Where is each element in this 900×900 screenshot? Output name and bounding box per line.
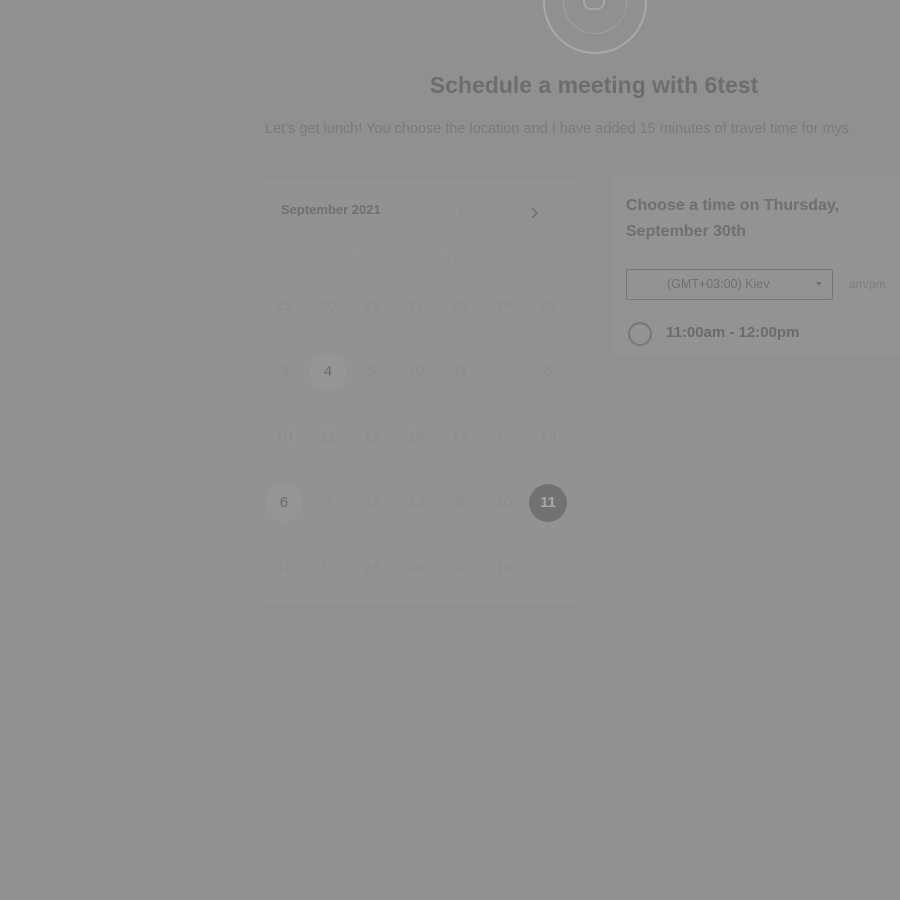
calendar-day: 22 xyxy=(363,494,381,511)
calendar-day: 11 xyxy=(276,559,292,576)
weekday-label: SUN xyxy=(268,248,300,264)
time-panel-heading: Choose a time on Thursday, September 30t… xyxy=(626,197,840,240)
month-label: September 2021 xyxy=(281,202,381,217)
weekday-label: THU xyxy=(444,248,476,264)
weekday-label: WED xyxy=(398,248,434,264)
weekday-label: TUE xyxy=(357,248,387,264)
calendar-day: 5 xyxy=(367,363,377,380)
calendar-day: 18 xyxy=(495,559,513,576)
time-selection-panel: Choose a time on Thursday, September 30t… xyxy=(612,176,900,354)
calendar-day: 11 xyxy=(452,363,468,380)
calendar-day[interactable]: 12 xyxy=(309,549,347,587)
calendar-day: 11 xyxy=(320,428,336,445)
meeting-description: Let’s get lunch! You choose the location… xyxy=(265,121,850,137)
calendar-day: 9 xyxy=(455,494,465,511)
calendar-day: 13 xyxy=(539,428,557,445)
calendar-day: 30 xyxy=(319,297,337,314)
calendar-day: 30 xyxy=(451,559,469,576)
prev-month-button[interactable] xyxy=(452,203,472,223)
calendar-day: 16 xyxy=(407,428,425,445)
date-picker-calendar: September 2021 SUN MON TUE WED THU FRI SAT 29 3… xyxy=(256,181,582,603)
calendar-day: 28 xyxy=(363,559,381,576)
time-slot-label: 11:00am - 12:00pm xyxy=(666,324,800,341)
timezone-value: (GMT+03:00) Kiev xyxy=(667,277,770,291)
calendar-day: 6 xyxy=(543,363,553,380)
timezone-select[interactable]: (GMT+03:00) Kiev xyxy=(626,269,833,300)
calendar-day-selected[interactable]: 11 xyxy=(529,484,567,522)
calendar-day: 10 xyxy=(495,494,513,511)
calendar-day[interactable]: 4 xyxy=(309,353,347,391)
radio-button[interactable] xyxy=(628,322,652,346)
calendar-day[interactable]: 19 xyxy=(529,549,567,587)
next-month-button[interactable] xyxy=(524,203,544,223)
calendar-day: 23 xyxy=(407,494,425,511)
chevron-left-icon xyxy=(457,207,465,219)
weekday-label: MON xyxy=(310,248,346,264)
calendar-day: 12 xyxy=(363,428,381,445)
calendar-day[interactable]: 5 xyxy=(485,353,523,391)
weekday-label: SAT xyxy=(534,248,562,264)
calendar-logo-icon xyxy=(543,0,647,54)
calendar-day[interactable]: 6 xyxy=(265,484,303,522)
weekday-label: FRI xyxy=(491,248,517,264)
chevron-right-icon xyxy=(531,207,539,219)
calendar-day: 29 xyxy=(495,297,513,314)
weekday-header-row: SUN MON TUE WED THU FRI SAT xyxy=(256,248,582,268)
calendar-day: 17 xyxy=(451,428,469,445)
calendar-day: 3 xyxy=(279,363,289,380)
time-slot-option[interactable]: 11:00am - 12:00pm xyxy=(628,320,888,348)
ampm-toggle[interactable]: am/pm xyxy=(849,277,886,291)
calendar-day: 29 xyxy=(407,559,425,576)
calendar-day: 26 xyxy=(539,297,557,314)
caret-down-icon xyxy=(816,282,822,286)
calendar-day: 7 xyxy=(323,494,333,511)
calendar-day[interactable]: 12 xyxy=(485,418,523,456)
calendar-day: 19 xyxy=(363,297,381,314)
calendar-day: 28 xyxy=(451,297,469,314)
calendar-day: 10 xyxy=(275,428,293,445)
calendar-day: 29 xyxy=(275,297,293,314)
page-title: Schedule a meeting with 6test xyxy=(429,72,759,98)
calendar-day: 10 xyxy=(407,363,425,380)
calendar-day: 27 xyxy=(407,297,425,314)
